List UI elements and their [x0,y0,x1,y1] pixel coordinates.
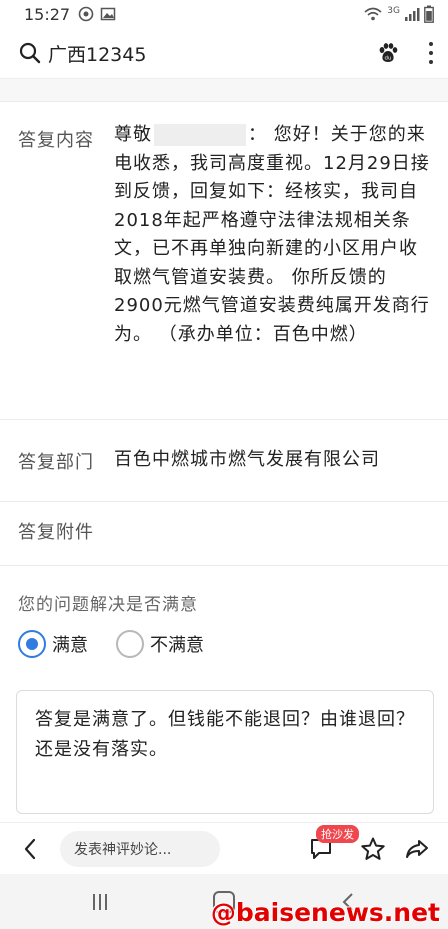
data-saver-icon [78,6,94,22]
comment-input[interactable]: 发表神评妙论... [60,830,220,867]
radio-satisfied[interactable] [18,630,46,658]
reply-attachment-label: 答复附件 [18,522,94,543]
status-time: 15:27 [24,4,71,24]
reply-department-row: 答复部门 百色中燃城市燃气发展有限公司 [0,420,448,502]
reply-content-label: 答复内容 [18,130,94,151]
reply-attachment-row: 答复附件 [0,502,448,566]
satisfaction-question: 您的问题解决是否满意 [18,595,198,615]
reply-department-value: 百色中燃城市燃气发展有限公司 [114,449,380,470]
back-button[interactable] [0,823,60,875]
search-query[interactable]: 广西12345 [48,40,146,67]
radio-unsatisfied[interactable] [116,630,144,658]
section-divider [0,78,448,102]
satisfaction-options: 满意 不满意 [18,630,232,658]
reply-department-label: 答复部门 [18,452,94,473]
search-icon[interactable] [18,41,42,65]
comment-badge: 抢沙发 [316,824,359,843]
battery-icon [424,5,434,23]
reply-content-text: 尊敬： 您好！关于您的来电收悉，我司高度重视。12月29日接到反馈，回复如下：经… [114,121,434,349]
watermark: @baisenews.net [210,898,440,927]
comment-button[interactable]: 抢沙发 [302,824,359,869]
more-vertical-icon[interactable] [428,42,434,64]
search-header[interactable]: 广西12345 du [0,28,448,78]
star-icon[interactable] [360,836,386,862]
wifi-icon [364,7,382,21]
share-icon[interactable] [404,837,430,861]
reply-content-row: 答复内容 尊敬： 您好！关于您的来电收悉，我司高度重视。12月29日接到反馈，回… [0,102,448,420]
status-bar: 15:27 3G [0,0,448,28]
reply-content-body: ： 您好！关于您的来电收悉，我司高度重视。12月29日接到反馈，回复如下：经核实… [114,124,430,345]
image-notification-icon [100,7,116,21]
baidu-paw-icon[interactable]: du [376,41,400,65]
redacted-name [154,124,246,146]
radio-satisfied-label[interactable]: 满意 [52,631,88,657]
recent-apps-icon[interactable] [93,893,107,910]
chevron-left-icon [24,838,36,859]
reply-content-prefix: 尊敬 [114,124,152,145]
network-type-label: 3G [387,6,400,16]
svg-text:du: du [385,56,392,62]
radio-unsatisfied-label[interactable]: 不满意 [150,631,204,657]
bottom-toolbar: 发表神评妙论... 抢沙发 [0,822,448,874]
signal-icon [405,8,420,21]
comment-textarea[interactable]: 答复是满意了。但钱能不能退回？由谁退回？还是没有落实。 [16,690,434,814]
